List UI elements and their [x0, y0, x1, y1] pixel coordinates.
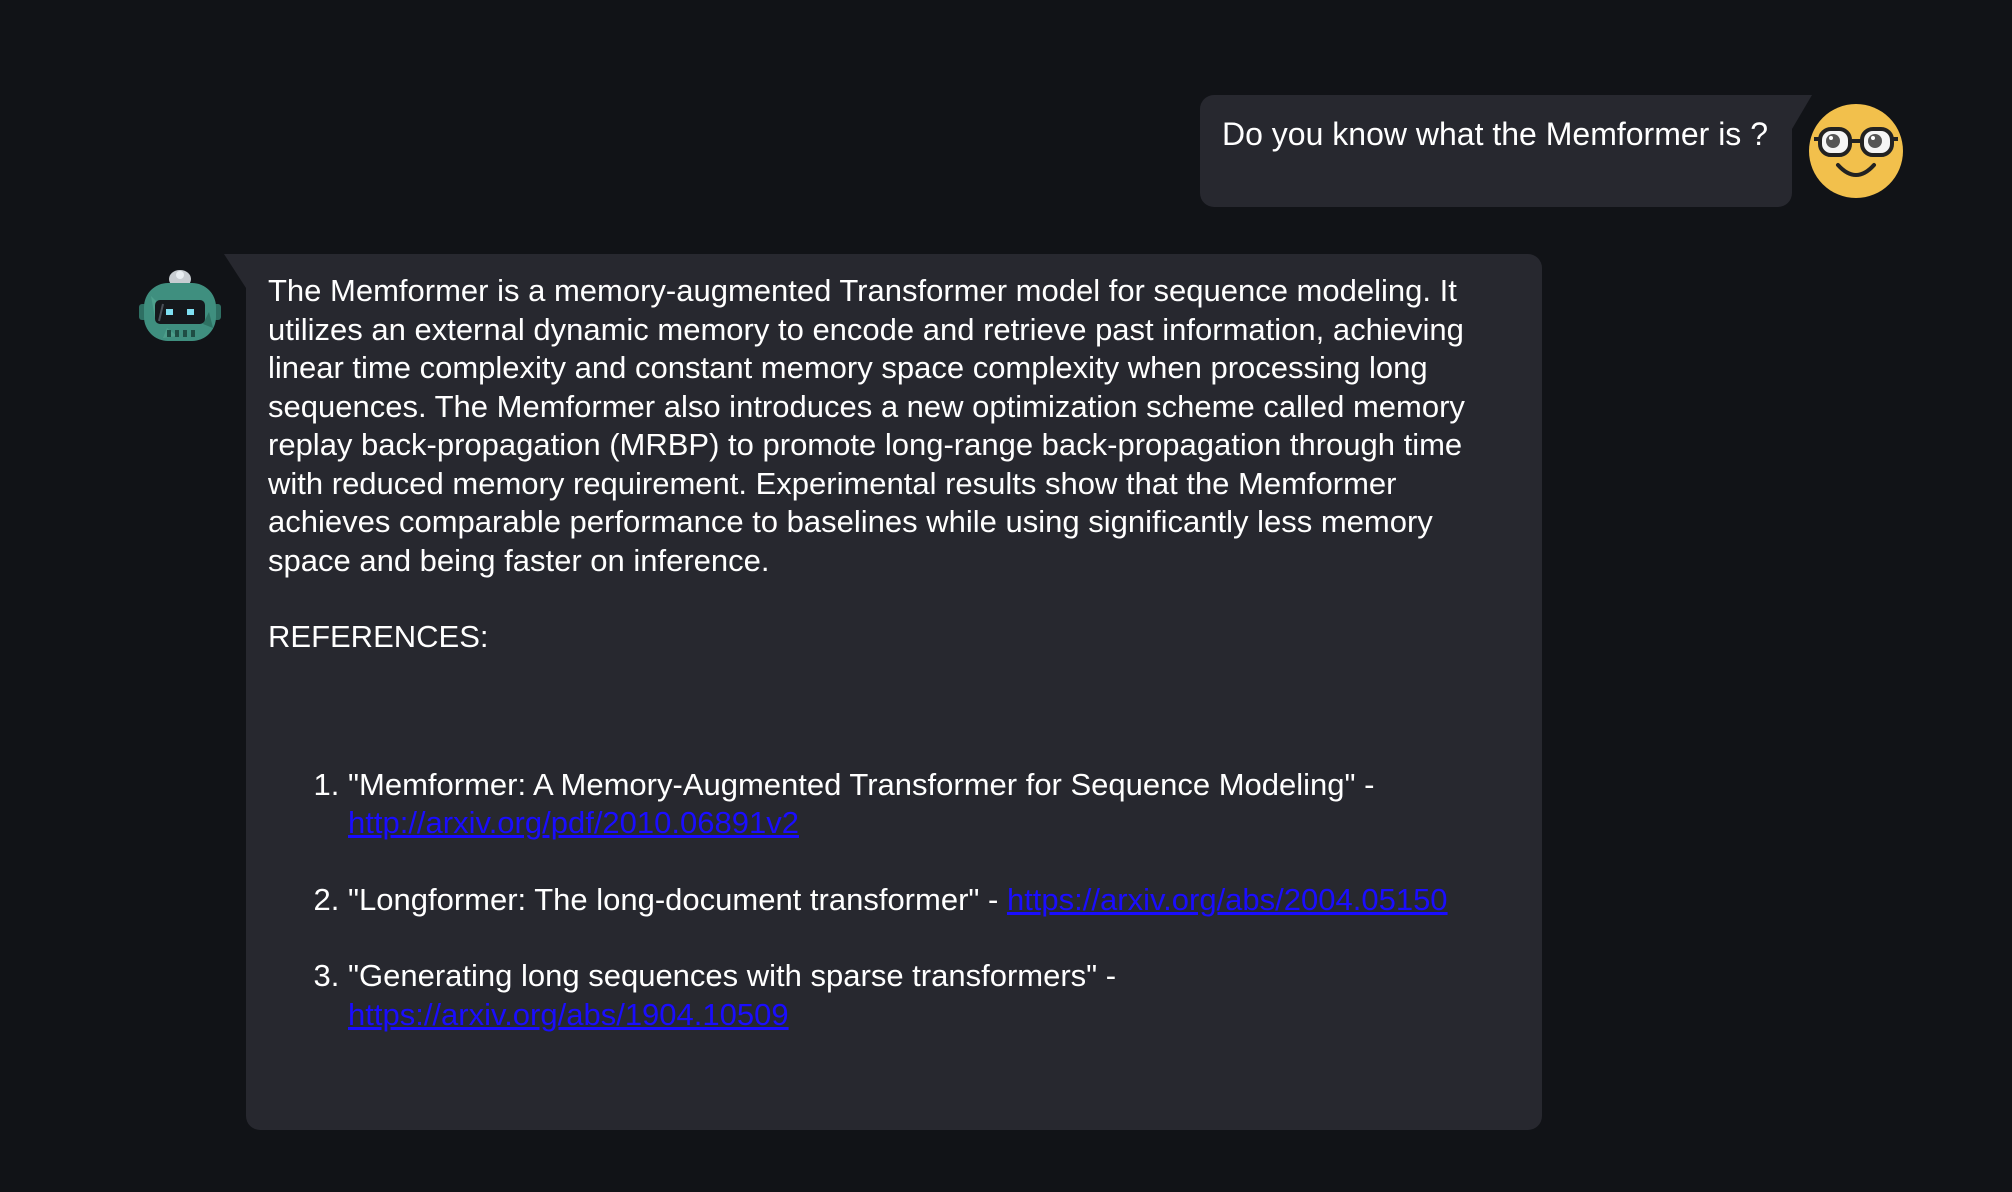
reference-title: "Generating long sequences with sparse t…	[348, 958, 1117, 993]
robot-icon	[137, 266, 223, 352]
bot-answer-paragraph: The Memformer is a memory-augmented Tran…	[268, 273, 1465, 578]
reference-link[interactable]: http://arxiv.org/pdf/2010.06891v2	[348, 805, 799, 840]
reference-item: "Generating long sequences with sparse t…	[348, 957, 1528, 1034]
bot-message-bubble: The Memformer is a memory-augmented Tran…	[224, 254, 1542, 1130]
references-heading: REFERENCES:	[268, 619, 489, 654]
references-list: "Memformer: A Memory-Augmented Transform…	[268, 766, 1520, 1035]
reference-link[interactable]: https://arxiv.org/abs/2004.05150	[1007, 882, 1448, 917]
reference-link[interactable]: https://arxiv.org/abs/1904.10509	[348, 997, 789, 1032]
user-message-text: Do you know what the Memformer is ?	[1222, 116, 1768, 152]
nerd-face-icon	[1808, 103, 1904, 199]
chat-window: Do you know what the Memformer is ? The …	[0, 0, 2012, 1192]
reference-title: "Longformer: The long-document transform…	[348, 881, 1007, 917]
reference-item: "Memformer: A Memory-Augmented Transform…	[348, 766, 1528, 843]
user-message-bubble: Do you know what the Memformer is ?	[1200, 95, 1812, 207]
reference-item: "Longformer: The long-document transform…	[348, 881, 1528, 920]
reference-title: "Memformer: A Memory-Augmented Transform…	[348, 766, 1375, 802]
